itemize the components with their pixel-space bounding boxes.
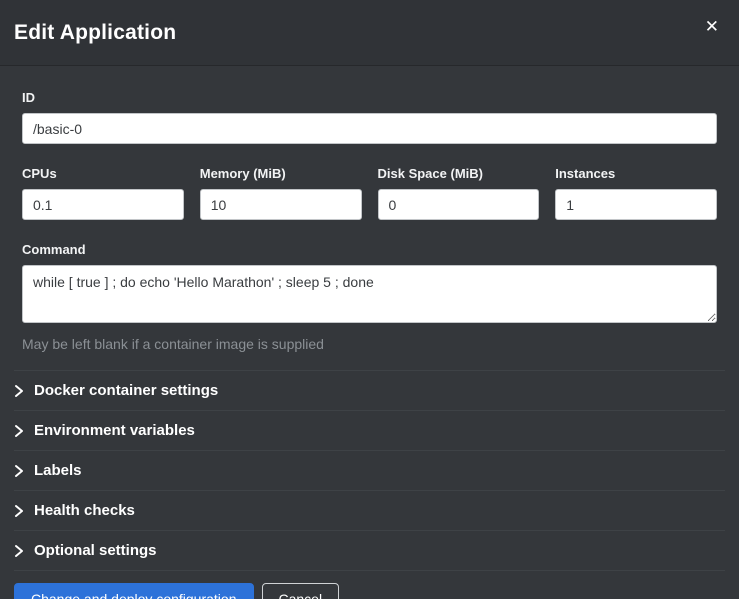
id-label: ID	[22, 90, 717, 105]
modal-footer: Change and deploy configuration Cancel	[0, 571, 739, 599]
memory-input[interactable]	[200, 189, 362, 220]
section-label: Docker container settings	[34, 382, 218, 399]
id-input[interactable]	[22, 113, 717, 144]
cpus-label: CPUs	[22, 166, 184, 181]
id-field-group: ID	[22, 90, 717, 144]
cancel-button[interactable]: Cancel	[262, 583, 340, 599]
section-optional-settings[interactable]: Optional settings	[14, 530, 725, 571]
command-textarea[interactable]: while [ true ] ; do echo 'Hello Marathon…	[22, 265, 717, 323]
disk-input[interactable]	[378, 189, 540, 220]
resource-fields-row: CPUs Memory (MiB) Disk Space (MiB) Insta…	[22, 166, 717, 220]
modal-body: ID CPUs Memory (MiB) Disk Space (MiB) In	[0, 66, 739, 571]
disk-label: Disk Space (MiB)	[378, 166, 540, 181]
chevron-right-icon	[14, 544, 24, 558]
instances-label: Instances	[555, 166, 717, 181]
chevron-right-icon	[14, 504, 24, 518]
section-label: Optional settings	[34, 542, 157, 559]
chevron-right-icon	[14, 464, 24, 478]
section-label: Health checks	[34, 502, 135, 519]
close-icon[interactable]: ✕	[699, 14, 725, 39]
cpus-field-group: CPUs	[22, 166, 184, 220]
modal-title: Edit Application	[14, 21, 176, 45]
command-field-group: Command while [ true ] ; do echo 'Hello …	[22, 242, 717, 352]
collapsible-sections: Docker container settings Environment va…	[14, 370, 725, 571]
modal-header: Edit Application ✕	[0, 0, 739, 66]
change-and-deploy-button[interactable]: Change and deploy configuration	[14, 583, 254, 599]
section-labels[interactable]: Labels	[14, 450, 725, 490]
form-area: ID CPUs Memory (MiB) Disk Space (MiB) In	[14, 90, 725, 352]
instances-input[interactable]	[555, 189, 717, 220]
instances-field-group: Instances	[555, 166, 717, 220]
section-health-checks[interactable]: Health checks	[14, 490, 725, 530]
memory-field-group: Memory (MiB)	[200, 166, 362, 220]
section-label: Environment variables	[34, 422, 195, 439]
section-label: Labels	[34, 462, 82, 479]
cpus-input[interactable]	[22, 189, 184, 220]
section-environment-variables[interactable]: Environment variables	[14, 410, 725, 450]
chevron-right-icon	[14, 424, 24, 438]
disk-field-group: Disk Space (MiB)	[378, 166, 540, 220]
chevron-right-icon	[14, 384, 24, 398]
section-docker-container-settings[interactable]: Docker container settings	[14, 370, 725, 410]
edit-application-modal: Edit Application ✕ ID CPUs Memory (MiB) …	[0, 0, 739, 599]
command-help-text: May be left blank if a container image i…	[22, 336, 717, 352]
memory-label: Memory (MiB)	[200, 166, 362, 181]
command-label: Command	[22, 242, 717, 257]
